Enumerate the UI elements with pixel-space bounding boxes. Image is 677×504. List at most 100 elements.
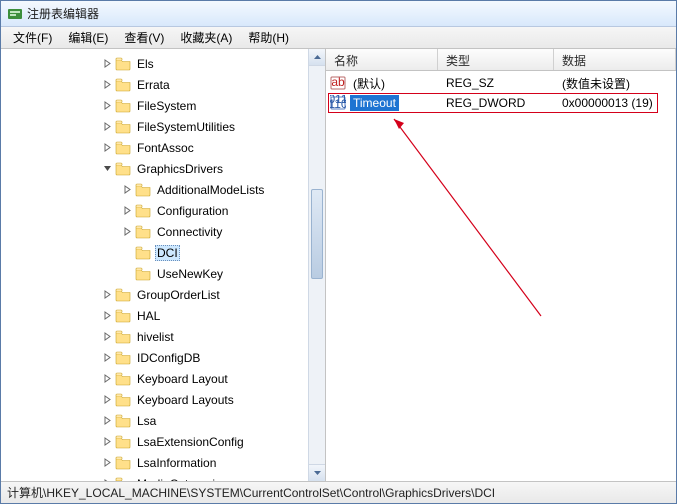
folder-icon: [135, 267, 151, 281]
expand-icon[interactable]: [121, 226, 133, 238]
list-body[interactable]: ab(默认)REG_SZ(数值未设置)011110TimeoutREG_DWOR…: [326, 71, 676, 481]
scroll-thumb[interactable]: [311, 189, 323, 279]
tree-item[interactable]: LsaExtensionConfig: [1, 431, 325, 452]
expand-icon[interactable]: [101, 352, 113, 364]
folder-icon: [115, 435, 131, 449]
menu-favorites[interactable]: 收藏夹(A): [172, 27, 240, 48]
tree-item-label: LsaInformation: [135, 455, 218, 471]
folder-icon: [115, 162, 131, 176]
tree-item-label: FontAssoc: [135, 140, 196, 156]
tree-item[interactable]: LsaInformation: [1, 452, 325, 473]
expand-icon[interactable]: [101, 373, 113, 385]
tree-item[interactable]: IDConfigDB: [1, 347, 325, 368]
content-area: Els Errata FileSystem FileSystemUtilities Fo…: [1, 49, 676, 481]
expand-icon[interactable]: [101, 457, 113, 469]
folder-icon: [115, 141, 131, 155]
menu-view[interactable]: 查看(V): [116, 27, 172, 48]
folder-icon: [115, 120, 131, 134]
tree-item[interactable]: HAL: [1, 305, 325, 326]
tree-item[interactable]: FileSystemUtilities: [1, 116, 325, 137]
tree-item[interactable]: hivelist: [1, 326, 325, 347]
tree-item-label: LsaExtensionConfig: [135, 434, 246, 450]
folder-icon: [115, 393, 131, 407]
folder-icon: [115, 414, 131, 428]
folder-icon: [135, 183, 151, 197]
folder-icon: [135, 246, 151, 260]
expand-icon[interactable]: [101, 79, 113, 91]
svg-text:110: 110: [330, 97, 346, 111]
tree-item[interactable]: Lsa: [1, 410, 325, 431]
tree-item-label: FileSystemUtilities: [135, 119, 237, 135]
binary-value-icon: 011110: [330, 95, 346, 111]
tree-item[interactable]: UseNewKey: [1, 263, 325, 284]
status-bar: 计算机\HKEY_LOCAL_MACHINE\SYSTEM\CurrentCon…: [1, 481, 676, 503]
value-row[interactable]: 011110TimeoutREG_DWORD0x00000013 (19): [326, 93, 676, 113]
tree-item-label: Connectivity: [155, 224, 224, 240]
menu-edit[interactable]: 编辑(E): [60, 27, 116, 48]
expand-icon[interactable]: [101, 331, 113, 343]
expand-icon[interactable]: [101, 394, 113, 406]
window-title: 注册表编辑器: [27, 5, 99, 22]
folder-icon: [115, 351, 131, 365]
folder-icon: [135, 204, 151, 218]
collapse-icon[interactable]: [101, 163, 113, 175]
menubar: 文件(F) 编辑(E) 查看(V) 收藏夹(A) 帮助(H): [1, 27, 676, 49]
tree-item[interactable]: FileSystem: [1, 95, 325, 116]
tree-item-label: Errata: [135, 77, 172, 93]
column-data[interactable]: 数据: [554, 49, 676, 70]
folder-icon: [115, 330, 131, 344]
expand-icon[interactable]: [101, 478, 113, 482]
expand-icon[interactable]: [121, 184, 133, 196]
annotation-arrow: [386, 111, 546, 321]
tree-item[interactable]: GroupOrderList: [1, 284, 325, 305]
tree-pane[interactable]: Els Errata FileSystem FileSystemUtilities Fo…: [1, 49, 326, 481]
tree-item-label: AdditionalModeLists: [155, 182, 266, 198]
expand-icon[interactable]: [101, 415, 113, 427]
column-name[interactable]: 名称: [326, 49, 438, 70]
folder-icon: [115, 477, 131, 482]
tree-item[interactable]: FontAssoc: [1, 137, 325, 158]
expand-icon[interactable]: [101, 289, 113, 301]
menu-help[interactable]: 帮助(H): [240, 27, 297, 48]
folder-icon: [115, 288, 131, 302]
list-header: 名称 类型 数据: [326, 49, 676, 71]
expand-icon[interactable]: [101, 58, 113, 70]
expand-icon[interactable]: [121, 205, 133, 217]
value-row[interactable]: ab(默认)REG_SZ(数值未设置): [326, 73, 676, 93]
folder-icon: [135, 225, 151, 239]
expand-icon[interactable]: [101, 142, 113, 154]
tree-item[interactable]: Keyboard Layouts: [1, 389, 325, 410]
tree-scrollbar[interactable]: [308, 49, 325, 481]
registry-tree[interactable]: Els Errata FileSystem FileSystemUtilities Fo…: [1, 49, 325, 481]
value-name: (默认): [350, 74, 388, 93]
tree-item[interactable]: Configuration: [1, 200, 325, 221]
tree-item[interactable]: Els: [1, 53, 325, 74]
tree-item[interactable]: AdditionalModeLists: [1, 179, 325, 200]
folder-icon: [115, 456, 131, 470]
string-value-icon: ab: [330, 75, 346, 91]
tree-item-label: FileSystem: [135, 98, 198, 114]
tree-item[interactable]: Errata: [1, 74, 325, 95]
tree-item[interactable]: Connectivity: [1, 221, 325, 242]
column-type[interactable]: 类型: [438, 49, 554, 70]
folder-icon: [115, 372, 131, 386]
expand-icon[interactable]: [101, 310, 113, 322]
tree-item[interactable]: Keyboard Layout: [1, 368, 325, 389]
expand-icon[interactable]: [101, 436, 113, 448]
tree-item-label: UseNewKey: [155, 266, 225, 282]
folder-icon: [115, 78, 131, 92]
scroll-down-button[interactable]: [309, 464, 325, 481]
tree-item[interactable]: GraphicsDrivers: [1, 158, 325, 179]
scroll-up-button[interactable]: [309, 49, 325, 66]
tree-item-label: Keyboard Layouts: [135, 392, 236, 408]
svg-text:ab: ab: [331, 75, 345, 89]
value-type: REG_DWORD: [438, 96, 554, 110]
titlebar[interactable]: 注册表编辑器: [1, 1, 676, 27]
expand-icon[interactable]: [101, 100, 113, 112]
tree-item[interactable]: DCI: [1, 242, 325, 263]
menu-file[interactable]: 文件(F): [5, 27, 60, 48]
expand-icon[interactable]: [101, 121, 113, 133]
folder-icon: [115, 57, 131, 71]
value-list-pane[interactable]: 名称 类型 数据 ab(默认)REG_SZ(数值未设置)011110Timeou…: [326, 49, 676, 481]
tree-item[interactable]: MediaCategories: [1, 473, 325, 481]
